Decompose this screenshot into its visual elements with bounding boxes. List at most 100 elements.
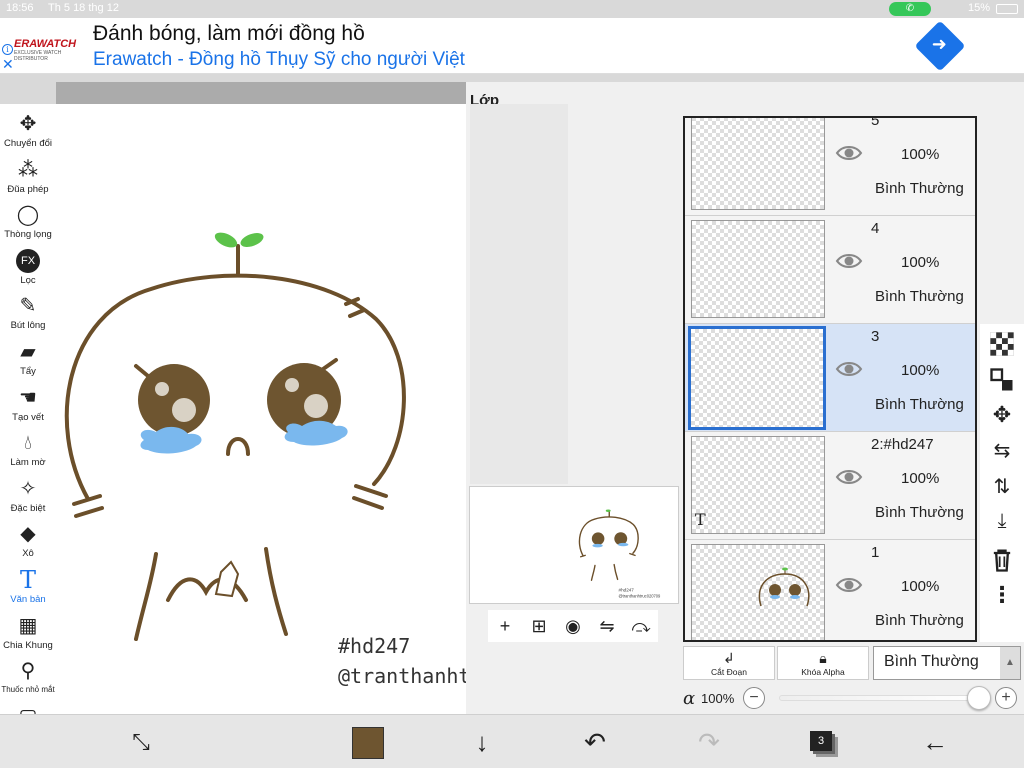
ad-info-icon[interactable]: i (2, 44, 13, 55)
turn-right-arrow-icon: ➜ (931, 34, 947, 55)
redo-icon[interactable]: ↷ (692, 725, 726, 759)
layer-opacity: 100% (901, 578, 940, 595)
visibility-eye-icon[interactable] (835, 360, 863, 378)
tool-brush[interactable]: ✎ Bút lông (0, 292, 56, 336)
add-layer-copy-icon[interactable]: ⊞ (526, 614, 552, 638)
ad-subline[interactable]: Erawatch - Đồng hồ Thụy Sỹ cho người Việ… (93, 49, 465, 71)
back-arrow-icon[interactable]: ← (918, 725, 952, 759)
layer-thumbnail[interactable] (691, 220, 825, 318)
tool-blur-drop[interactable]: 💧︎ Làm mờ (0, 429, 56, 473)
sprout-leaf-left (214, 232, 238, 248)
opacity-slider-handle[interactable] (967, 686, 991, 710)
layer-thumbnail[interactable] (691, 118, 825, 210)
rotate-flip-icon[interactable]: ⤼ (628, 614, 654, 638)
layer-row[interactable]: 3 100% Bình Thường (685, 324, 975, 432)
layer-opacity: 100% (901, 362, 940, 379)
visibility-eye-icon[interactable] (835, 576, 863, 594)
layer-name: 2:#hd247 (871, 436, 934, 453)
add-layer-button[interactable]: + (492, 614, 518, 638)
frame-divider-icon: ▦ (18, 614, 38, 637)
undo-icon[interactable]: ↶ (578, 725, 612, 759)
checkerboard-icon[interactable] (988, 330, 1016, 358)
tool-text[interactable]: T Văn bản (0, 566, 56, 610)
visibility-eye-icon[interactable] (835, 468, 863, 486)
layer-row[interactable]: 5 100% Bình Thường (685, 118, 975, 216)
flip-horizontal-icon[interactable]: ⇋ (594, 614, 620, 638)
layer-panel: Lớp #hd247 @tranthanhtruc020709 + ⊞ ◉ ⇋ … (466, 82, 1024, 714)
layer-row[interactable]: 1 100% Bình Thường (685, 540, 975, 640)
alpha-lock-button[interactable]: 🔒︎ Khóa Alpha (777, 646, 869, 680)
flip-vertical-icon[interactable]: ⇅ (988, 474, 1016, 502)
opacity-slider[interactable] (779, 695, 979, 701)
ad-close-icon[interactable]: ✕ (2, 56, 14, 73)
tool-frame-divider[interactable]: ▦ Chia Khung (0, 612, 56, 656)
more-options-icon[interactable]: ⋮ (988, 582, 1016, 610)
layers-count-button[interactable]: 3 (810, 731, 832, 751)
layer-list[interactable]: 5 100% Bình Thường 4 100% Bình Thường 3 100% Bìn… (683, 116, 977, 642)
blend-mode-value: Bình Thường (884, 653, 979, 670)
canvas-watermark-user: @tranthanhtruc020709 (338, 664, 466, 688)
ad-directions-button[interactable]: ➜ (914, 20, 966, 72)
down-arrow-icon[interactable]: ↓ (465, 725, 499, 759)
drawing-canvas[interactable]: #hd247 @tranthanhtruc020709 (56, 104, 466, 714)
tool-magic-wand[interactable]: ⁂ Đũa phép (0, 156, 56, 200)
layer-opacity: 100% (901, 470, 940, 487)
layer-blend-mode: Bình Thường (875, 396, 964, 413)
ad-banner[interactable]: i ✕ ERAWATCH EXCLUSIVE WATCH DISTRIBUTOR… (0, 18, 1024, 74)
call-indicator-icon[interactable]: ✆ (889, 2, 931, 16)
opacity-increase-button[interactable]: + (995, 687, 1017, 709)
layer-thumbnail[interactable] (691, 436, 825, 534)
left-side-marks (72, 494, 104, 518)
current-color-swatch[interactable] (352, 727, 384, 759)
lasso-icon: ◯ (16, 204, 40, 227)
tool-label: Xô (22, 548, 34, 560)
tool-smudge[interactable]: ☚ Tạo vết (0, 384, 56, 428)
character-drawing (64, 232, 406, 641)
layer-row[interactable]: 4 100% Bình Thường (685, 216, 975, 324)
trash-icon[interactable] (988, 546, 1016, 574)
canvas-preview[interactable]: #hd247 @tranthanhtruc020709 (469, 486, 679, 604)
layer-name: 3 (871, 328, 880, 345)
move-icon[interactable]: ✥ (988, 402, 1016, 430)
tool-lasso[interactable]: ◯ Thòng lọng (0, 201, 56, 245)
magic-wand-icon: ⁂ (18, 158, 38, 181)
battery-icon (996, 4, 1018, 14)
tool-fx-filter[interactable]: FX Lọc (0, 247, 56, 291)
battery-percent: 15% (968, 2, 991, 14)
clip-button[interactable]: ↲ Cắt Đoạn (683, 646, 775, 680)
canvas-top-margin (56, 82, 466, 104)
canvas-watermark-tag: #hd247 (338, 634, 411, 658)
camera-icon[interactable]: ◉ (560, 614, 586, 638)
layer-action-bar: + ⊞ ◉ ⇋ ⤼ (488, 610, 658, 642)
tool-label: Đặc biệt (10, 502, 46, 514)
bucket-icon: ◆ (20, 523, 36, 546)
adjust-transform-icon[interactable]: ⤡ (124, 725, 158, 759)
opacity-decrease-button[interactable]: − (743, 687, 765, 709)
tool-special-brush[interactable]: ✧ Đặc biệt (0, 475, 56, 519)
layer-transform-icon[interactable] (988, 366, 1016, 394)
tool-eraser[interactable]: ▰ Tẩy (0, 338, 56, 382)
left-eye-highlight-big (172, 398, 196, 422)
blend-mode-select[interactable]: Bình Thường ▲ (873, 646, 1021, 680)
layer-name: 1 (871, 544, 880, 561)
tool-bucket[interactable]: ◆ Xô (0, 520, 56, 564)
flip-horizontal-icon[interactable]: ⇆ (988, 438, 1016, 466)
merge-down-icon[interactable]: ⤓ (988, 510, 1016, 538)
tool-eyedropper[interactable]: ⚲ Thuốc nhỏ mắt (0, 657, 56, 701)
ad-brand-name: ERAWATCH (14, 38, 77, 50)
tool-move[interactable]: ✥ Chuyển đổi (0, 110, 56, 154)
brush-icon: ✎ (19, 295, 37, 318)
svg-text:@tranthanhtruc020709: @tranthanhtruc020709 (619, 594, 662, 599)
clip-label: Cắt Đoạn (711, 667, 747, 677)
layer-row[interactable]: 2:#hd247 100% Bình Thường T (685, 432, 975, 540)
layer-thumbnail[interactable] (688, 326, 826, 430)
special-brush-icon: ✧ (19, 477, 37, 500)
layer-tools-column: ✥ ⇆ ⇅ ⤓ ⋮ (980, 324, 1024, 642)
layer-thumbnail-drawing (758, 567, 810, 607)
tool-label: Làm mờ (10, 457, 46, 469)
clip-arrow-icon: ↲ (723, 650, 735, 666)
tool-label: Văn bản (10, 594, 46, 605)
visibility-eye-icon[interactable] (835, 252, 863, 270)
ad-headline[interactable]: Đánh bóng, làm mới đồng hồ (93, 22, 365, 46)
visibility-eye-icon[interactable] (835, 144, 863, 162)
